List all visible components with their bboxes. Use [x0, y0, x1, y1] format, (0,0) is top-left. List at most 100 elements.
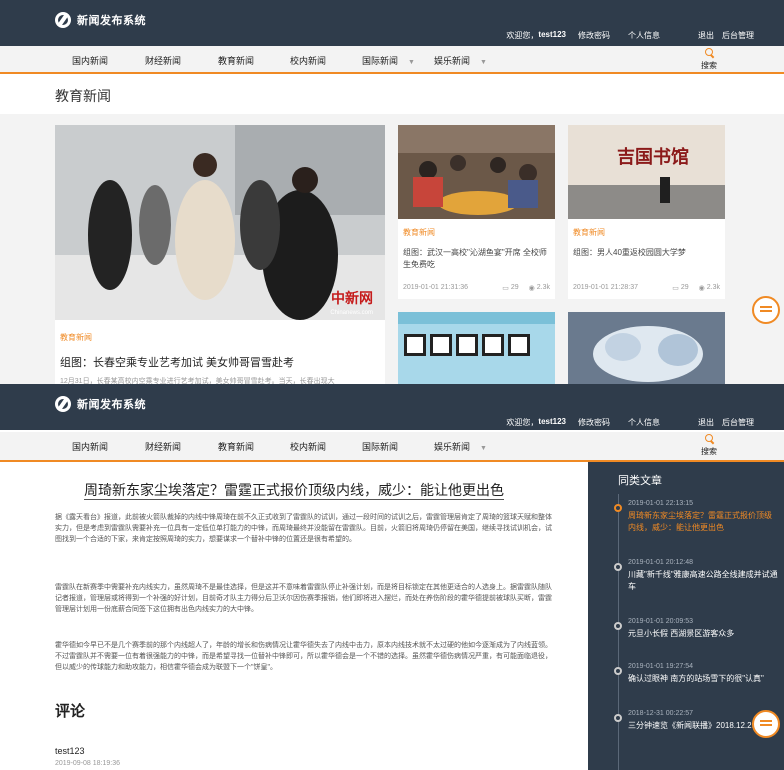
news-card[interactable] [398, 312, 555, 384]
chevron-down-icon: ▼ [408, 59, 415, 66]
nav-entertainment-label: 娱乐新闻 [434, 442, 471, 452]
article-paragraph: 霍华德如今早已不是几个赛季前的那个内线超人了，年龄的增长和伤病情况让霍华德失去了… [55, 642, 552, 671]
timeline-title[interactable]: 元旦小长假 西湖景区游客众多 [628, 628, 778, 640]
timeline-item[interactable]: 2019-01-01 22:13:15 周琦新东家尘埃落定？雷霆正式报价顶级内线… [614, 500, 778, 534]
timeline-title[interactable]: 确认过眼神 南方的站场雪下的很"认真" [628, 673, 778, 685]
chevron-down-icon: ▼ [480, 445, 487, 452]
logo-icon [55, 396, 71, 412]
comment-icon: ▭ [502, 285, 509, 292]
timeline-dot [614, 622, 622, 630]
chat-icon[interactable] [752, 710, 780, 738]
comment-user[interactable]: test123 [55, 746, 85, 756]
timeline-date: 2019-01-01 20:12:48 [628, 559, 693, 566]
featured-news-card[interactable]: 中新网 Chinanews.com 教育新闻 组图：长春空乘专业艺考加试 美女帅… [55, 125, 385, 384]
timeline-dot [614, 563, 622, 571]
card-meta: 2019-01-01 21:31:36 ▭ 29 ◉ 2.3k [403, 284, 550, 292]
app-logo[interactable]: 新闻发布系统 [55, 11, 146, 29]
timeline-title[interactable]: 周琦新东家尘埃落定？雷霆正式报价顶级内线，威少：能让他更出色 [628, 510, 778, 534]
comment-count: 29 [510, 284, 519, 291]
search-icon [704, 434, 714, 443]
timeline-dot [614, 667, 622, 675]
link-admin[interactable]: 后台管理 [722, 30, 754, 41]
nav-finance[interactable]: 财经新闻 [145, 440, 181, 453]
article-title-text: 周琦新东家尘埃落定？雷霆正式报价顶级内线，威少：能让他更出色 [84, 482, 504, 500]
link-change-password[interactable]: 修改密码 [578, 417, 610, 428]
nav-domestic[interactable]: 国内新闻 [72, 440, 108, 453]
user-bar: 欢迎您， test123 修改密码 个人信息 退出 后台管理 [506, 417, 754, 428]
timeline-item[interactable]: 2019-01-01 19:27:54 确认过眼神 南方的站场雪下的很"认真" [614, 663, 778, 685]
article-title: 周琦新东家尘埃落定？雷霆正式报价顶级内线，威少：能让他更出色 [0, 480, 588, 500]
timeline-title[interactable]: 川藏"新千线"雅康高速公路全线建成并试通车 [628, 569, 778, 593]
app-title: 新闻发布系统 [77, 399, 146, 411]
card-title[interactable]: 组图：长春空乘专业艺考加试 美女帅哥冒雪赴考 [60, 354, 294, 370]
logo-icon [55, 12, 71, 28]
timeline-date: 2019-01-01 22:13:15 [628, 500, 693, 507]
link-change-password[interactable]: 修改密码 [578, 30, 610, 41]
chevron-down-icon: ▼ [480, 59, 487, 66]
comment-time: 2019-09-08 18:19:36 [55, 760, 120, 767]
link-profile[interactable]: 个人信息 [628, 417, 660, 428]
news-card[interactable]: 吉国书馆 教育新闻 组图：男人40重返校园圆大学梦 2019-01-01 21:… [568, 125, 725, 299]
nav-campus[interactable]: 校内新闻 [290, 54, 326, 67]
search-label: 搜索 [701, 447, 717, 456]
link-admin[interactable]: 后台管理 [722, 417, 754, 428]
banner-text: 吉国书馆 [617, 146, 689, 168]
search-icon [704, 48, 714, 57]
link-profile[interactable]: 个人信息 [628, 30, 660, 41]
nav-international[interactable]: 国际新闻 ▼ [362, 54, 415, 67]
nav-international[interactable]: 国际新闻 [362, 440, 398, 453]
username[interactable]: test123 [538, 30, 566, 41]
app-logo[interactable]: 新闻发布系统 [55, 395, 146, 413]
comment-count: 29 [680, 284, 689, 291]
timeline-item[interactable]: 2019-01-01 20:12:48 川藏"新千线"雅康高速公路全线建成并试通… [614, 559, 778, 593]
news-card[interactable]: 教育新闻 组图：武汉一高校"沁湖鱼宴"开席 全校师生免费吃 2019-01-01… [398, 125, 555, 299]
link-logout[interactable]: 退出 [698, 417, 714, 428]
chat-icon[interactable] [752, 296, 780, 324]
article-main: 周琦新东家尘埃落定？雷霆正式报价顶级内线，威少：能让他更出色 据《露天看台》报道… [0, 462, 588, 770]
nav-entertainment[interactable]: 娱乐新闻 ▼ [434, 54, 487, 67]
timeline-line [618, 494, 619, 770]
watermark-sub: Chinanews.com [330, 310, 373, 316]
view-count: 2.3k [536, 284, 550, 291]
username[interactable]: test123 [538, 417, 566, 428]
card-tag: 教育新闻 [60, 333, 92, 342]
article-nav: 国内新闻 财经新闻 教育新闻 校内新闻 国际新闻 娱乐新闻 ▼ 搜索 [0, 432, 784, 462]
nav-campus[interactable]: 校内新闻 [290, 440, 326, 453]
nav-finance[interactable]: 财经新闻 [145, 54, 181, 67]
nav-entertainment[interactable]: 娱乐新闻 ▼ [434, 440, 487, 453]
view-count: 2.3k [706, 284, 720, 291]
news-grid: 中新网 Chinanews.com 教育新闻 组图：长春空乘专业艺考加试 美女帅… [0, 114, 784, 384]
nav-education[interactable]: 教育新闻 [218, 54, 254, 67]
eye-icon: ◉ [698, 285, 705, 292]
featured-photo: 中新网 Chinanews.com [55, 125, 385, 320]
nav-international-label: 国际新闻 [362, 56, 399, 66]
timeline-date: 2019-01-01 19:27:54 [628, 663, 693, 670]
eye-icon: ◉ [528, 285, 535, 292]
user-bar: 欢迎您， test123 修改密码 个人信息 退出 后台管理 [506, 30, 754, 41]
timeline-dot [614, 504, 622, 512]
comments-heading: 评论 [55, 703, 86, 720]
news-photo [398, 312, 555, 384]
nav-entertainment-label: 娱乐新闻 [434, 56, 471, 66]
timeline-dot [614, 714, 622, 722]
nav-education[interactable]: 教育新闻 [218, 440, 254, 453]
timeline-item[interactable]: 2019-01-01 20:09:53 元旦小长假 西湖景区游客众多 [614, 618, 778, 640]
search-button[interactable]: 搜索 [694, 434, 724, 457]
news-photo [568, 312, 725, 384]
article-header: 新闻发布系统 欢迎您， test123 修改密码 个人信息 退出 后台管理 [0, 384, 784, 430]
top-header: 新闻发布系统 欢迎您， test123 修改密码 个人信息 退出 后台管理 [0, 0, 784, 46]
article-paragraph: 据《露天看台》报道，此前被火箭队裁掉的内线中锋周琦在前不久正式收到了雷霆队的试训… [55, 514, 552, 543]
section-title: 教育新闻 [55, 88, 111, 104]
nav-domestic[interactable]: 国内新闻 [72, 54, 108, 67]
card-date: 2019-01-01 21:31:36 [403, 284, 468, 291]
card-tag: 教育新闻 [573, 228, 605, 237]
card-title[interactable]: 组图：武汉一高校"沁湖鱼宴"开席 全校师生免费吃 [403, 247, 550, 271]
sidebar-heading: 同类文章 [618, 475, 662, 487]
watermark-text: 中新网 [331, 290, 373, 307]
search-button[interactable]: 搜索 [694, 48, 724, 71]
card-date: 2019-01-01 21:28:37 [573, 284, 638, 291]
card-tag: 教育新闻 [403, 228, 435, 237]
card-title[interactable]: 组图：男人40重返校园圆大学梦 [573, 247, 720, 259]
news-card[interactable] [568, 312, 725, 384]
link-logout[interactable]: 退出 [698, 30, 714, 41]
